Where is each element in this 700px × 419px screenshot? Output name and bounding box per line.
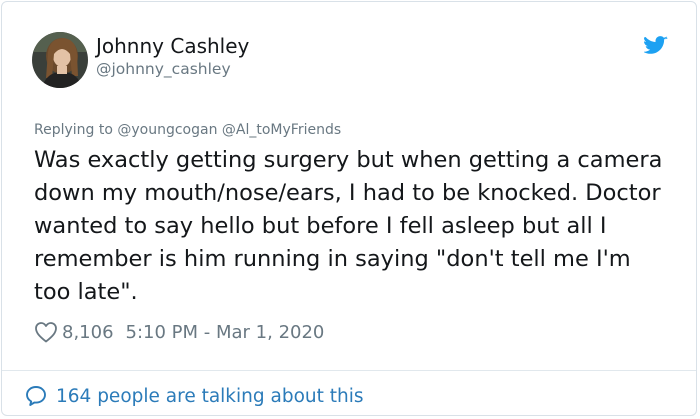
speech-bubble-icon — [26, 386, 46, 406]
avatar-photo — [32, 32, 88, 88]
embedded-tweet-card: Johnny Cashley @johnny_cashley Replying … — [1, 1, 697, 416]
tweet-text: Was exactly getting surgery but when get… — [34, 147, 663, 305]
timestamp[interactable]: 5:10 PM - Mar 1, 2020 — [126, 322, 325, 343]
tweet-meta-row: 8,106 5:10 PM - Mar 1, 2020 — [34, 318, 324, 346]
avatar[interactable] — [32, 32, 88, 88]
author-handle[interactable]: @johnny_cashley — [96, 60, 231, 78]
heart-icon[interactable] — [34, 321, 58, 343]
divider — [2, 370, 696, 371]
replying-to-line[interactable]: Replying to @youngcogan @Al_toMyFriends — [34, 122, 341, 138]
like-count[interactable]: 8,106 — [62, 322, 114, 343]
conversation-text[interactable]: 164 people are talking about this — [56, 386, 364, 407]
conversation-link[interactable]: 164 people are talking about this — [24, 382, 364, 410]
author-display-name[interactable]: Johnny Cashley — [96, 34, 249, 58]
twitter-bird-icon[interactable] — [644, 36, 668, 56]
